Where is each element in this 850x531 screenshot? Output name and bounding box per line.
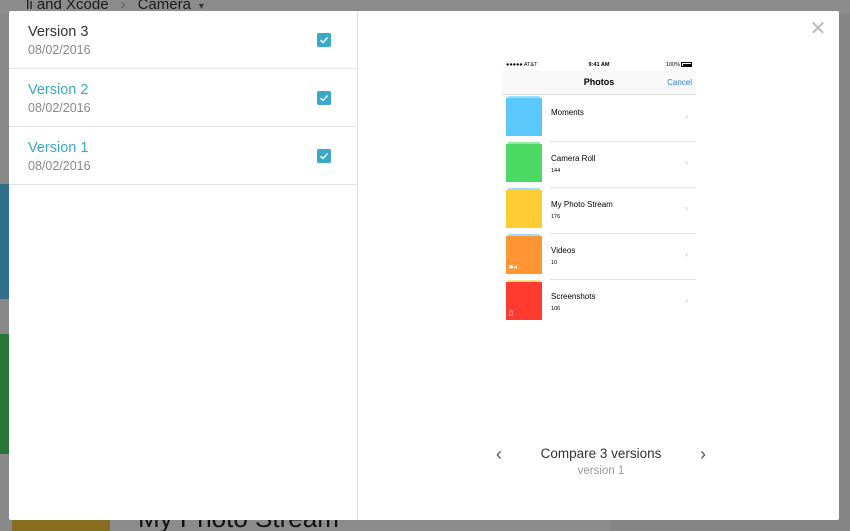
album-count: 176 (551, 214, 561, 220)
album-name: Moments (551, 108, 584, 117)
version-checkbox[interactable] (317, 91, 331, 105)
album-count: 10 (551, 260, 558, 266)
phone-icon: ▯ (509, 310, 513, 317)
checkmark-icon (320, 153, 329, 160)
version-checkbox[interactable] (317, 149, 331, 163)
album-thumbnail: ■◂ (506, 234, 542, 274)
album-row: Moments › (502, 95, 696, 141)
version-item-3[interactable]: Version 3 08/02/2016 (9, 11, 357, 69)
album-count: 144 (551, 168, 561, 174)
compare-versions-modal: Version 3 08/02/2016 Version 2 08/02/201… (9, 11, 839, 520)
pager-subtitle: version 1 (577, 465, 625, 477)
version-date: 08/02/2016 (28, 159, 91, 173)
album-name: Camera Roll (551, 154, 596, 163)
preview-navbar: Photos Cancel (502, 71, 696, 95)
video-camera-icon: ■◂ (509, 264, 517, 271)
album-row: ■◂ Videos 10 › (502, 233, 696, 279)
screen-preview: ●●●●● AT&T 9:41 AM 100% Photos Cancel Mo… (502, 60, 696, 330)
album-thumbnail (506, 96, 542, 136)
chevron-right-icon: › (685, 295, 688, 305)
album-count: 106 (551, 306, 561, 312)
chevron-right-icon: › (685, 249, 688, 259)
version-item-2[interactable]: Version 2 08/02/2016 (9, 69, 357, 127)
version-name: Version 3 (28, 24, 89, 40)
chevron-right-icon: › (700, 444, 706, 464)
album-thumbnail (506, 188, 542, 228)
version-date: 08/02/2016 (28, 43, 91, 57)
album-name: My Photo Stream (551, 200, 613, 209)
version-checkbox[interactable] (317, 33, 331, 47)
version-date: 08/02/2016 (28, 101, 91, 115)
pager-title: Compare 3 versions (540, 446, 662, 461)
checkmark-icon (320, 37, 329, 44)
close-button[interactable]: ✕ (809, 18, 827, 40)
album-row: ▯ Screenshots 106 › (502, 279, 696, 325)
preview-cancel-button: Cancel (667, 78, 692, 87)
album-name: Videos (551, 246, 576, 255)
album-thumbnail: ▯ (506, 280, 542, 320)
checkmark-icon (320, 95, 329, 102)
next-version-button[interactable]: › (700, 445, 706, 463)
album-thumbnail (506, 142, 542, 182)
version-name[interactable]: Version 2 (28, 82, 357, 99)
battery-percent: 100% (665, 62, 680, 68)
chevron-right-icon: › (685, 203, 688, 213)
version-item-1[interactable]: Version 1 08/02/2016 (9, 127, 357, 185)
version-list: Version 3 08/02/2016 Version 2 08/02/201… (9, 11, 358, 520)
version-pager: ‹ Compare 3 versions version 1 › (486, 443, 716, 483)
close-icon: ✕ (809, 18, 827, 40)
status-battery: 100% (666, 62, 692, 68)
album-row: My Photo Stream 176 › (502, 187, 696, 233)
status-bar: ●●●●● AT&T 9:41 AM 100% (502, 60, 696, 71)
version-name[interactable]: Version 1 (28, 140, 357, 157)
album-name: Screenshots (551, 292, 596, 301)
album-row: Camera Roll 144 › (502, 141, 696, 187)
chevron-right-icon: › (685, 111, 688, 121)
chevron-right-icon: › (685, 157, 688, 167)
battery-icon (681, 62, 692, 68)
